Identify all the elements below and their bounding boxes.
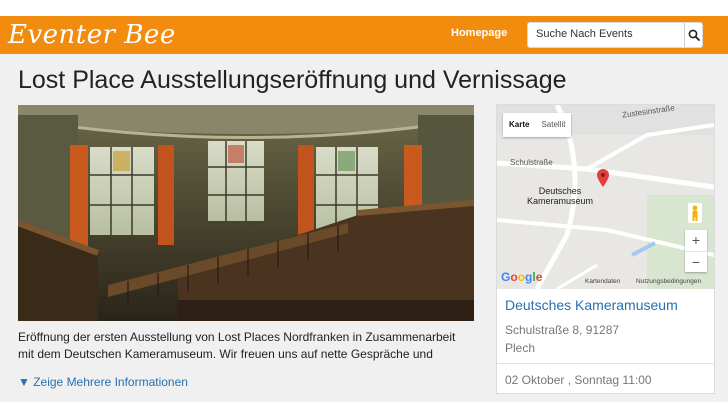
- zoom-out-button[interactable]: −: [685, 252, 707, 273]
- top-strip: [0, 0, 728, 16]
- search-box: [527, 22, 703, 48]
- pegman-icon[interactable]: [688, 203, 702, 223]
- map-place-label: Deutsches Kameramuseum: [527, 186, 594, 206]
- map-data-link[interactable]: Kartendaten: [585, 278, 620, 285]
- divider: [497, 363, 714, 364]
- event-datetime: 02 Oktober , Sonntag 11:00: [505, 373, 652, 387]
- venue-card: Zustesinstraße Schulstraße Deutsches Kam…: [496, 104, 715, 394]
- google-logo: Google: [501, 270, 543, 284]
- event-image: [18, 105, 474, 321]
- navbar: Eventer Bee Homepage: [0, 16, 728, 54]
- map[interactable]: Zustesinstraße Schulstraße Deutsches Kam…: [497, 105, 714, 289]
- search-input[interactable]: [528, 23, 684, 45]
- show-more-link[interactable]: ▼ Zeige Mehrere Informationen: [18, 375, 188, 389]
- search-icon: [688, 29, 700, 41]
- map-terms-link[interactable]: Nutzungsbedingungen: [636, 278, 701, 285]
- street-label: Schulstraße: [510, 158, 553, 167]
- page-title: Lost Place Ausstellungseröffnung und Ver…: [18, 66, 567, 94]
- map-type-toggle: Karte Satellit: [503, 113, 572, 137]
- homepage-link[interactable]: Homepage: [451, 27, 507, 39]
- venue-name-link[interactable]: Deutsches Kameramuseum: [505, 297, 678, 313]
- map-type-map[interactable]: Karte: [503, 113, 535, 137]
- zoom-in-button[interactable]: +: [685, 230, 707, 252]
- venue-address: Schulstraße 8, 91287: [505, 323, 620, 337]
- map-pin-icon[interactable]: [597, 169, 609, 187]
- map-footer: Kartendaten Nutzungsbedingungen: [585, 278, 701, 285]
- event-description: Eröffnung der ersten Ausstellung von Los…: [18, 330, 456, 361]
- map-type-satellite[interactable]: Satellit: [535, 113, 571, 137]
- search-button[interactable]: [684, 23, 702, 47]
- venue-city: Plech: [505, 341, 536, 355]
- brand-logo[interactable]: Eventer Bee: [8, 21, 176, 49]
- zoom-controls: + −: [685, 230, 707, 272]
